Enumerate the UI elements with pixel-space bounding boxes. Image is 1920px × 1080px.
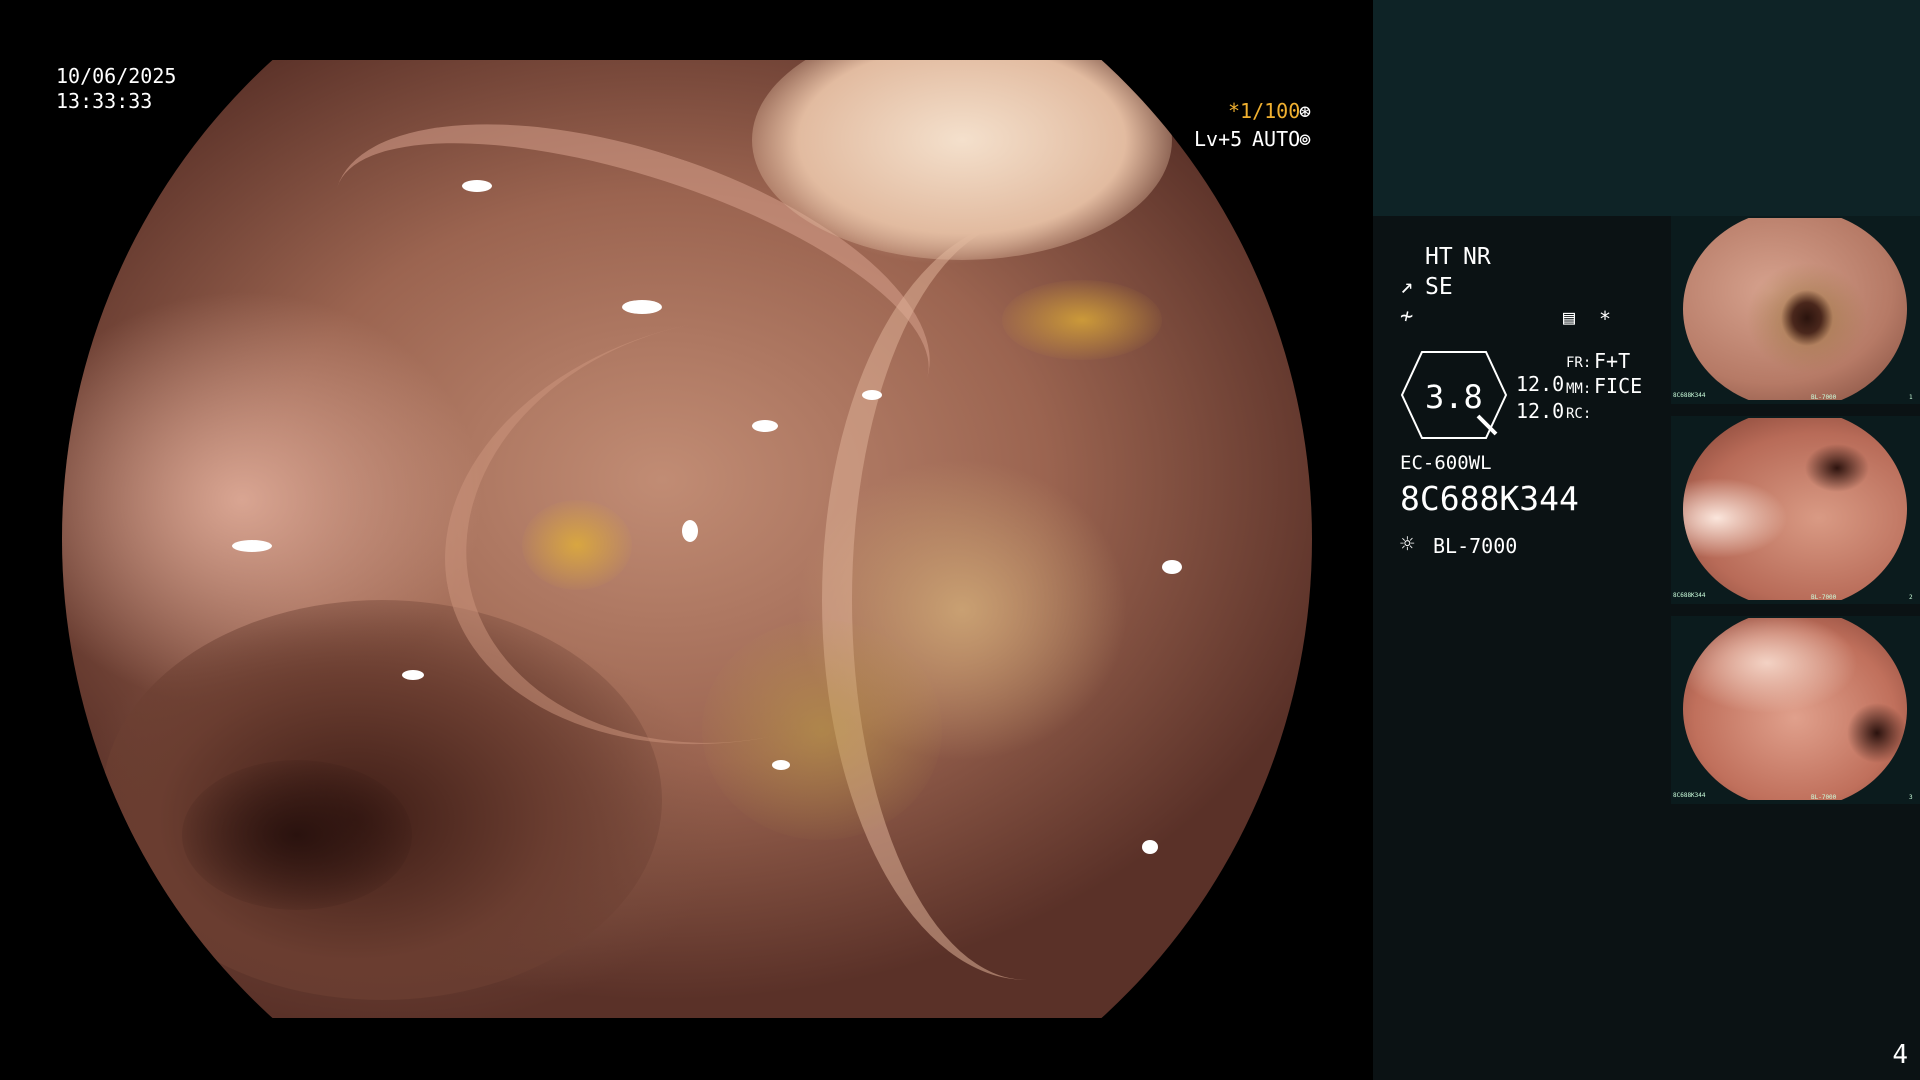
- thumbnail-index: 1: [1909, 394, 1913, 401]
- thumbnail-index: 3: [1909, 794, 1913, 801]
- time-label: 13:33:33: [56, 89, 153, 113]
- fr-value: F+T: [1594, 349, 1631, 373]
- fr-label: FR:: [1566, 355, 1592, 371]
- shutter-icon: ⊛: [1299, 99, 1312, 123]
- thumbnail-2[interactable]: 8C688K344 BL-7000 2: [1671, 416, 1920, 604]
- residue-patch: [522, 500, 632, 590]
- value-2: 12.0: [1516, 399, 1565, 423]
- endoscope-image: [62, 60, 1312, 1018]
- residue-patch: [1002, 280, 1162, 360]
- specular-highlight: [682, 520, 698, 542]
- iris-label: AUTO: [1252, 127, 1301, 151]
- thumbnail-serial: 8C688K344: [1673, 392, 1706, 399]
- value-1: 12.0: [1516, 372, 1565, 396]
- endoscope-view: 10/06/2025 13:33:33 *1/100 ⊛ Lv+5 AUTO ⊚: [0, 0, 1373, 1080]
- thumbnail-light: BL-7000: [1811, 794, 1837, 801]
- asterisk-icon: *: [1599, 307, 1612, 331]
- info-panel: HT NR ↗ SE ≁ ▤ * 3.8 12.0 12.0 FR: F+T M…: [1373, 0, 1920, 1080]
- scope-serial: 8C688K344: [1400, 479, 1579, 518]
- menu-icon: ▤: [1563, 305, 1576, 329]
- thumbnail-image: [1683, 218, 1907, 400]
- specular-highlight: [772, 760, 790, 770]
- page-number: 4: [1892, 1040, 1908, 1070]
- light-source-icon: ☼: [1400, 530, 1415, 558]
- ht-label: HT: [1425, 244, 1453, 270]
- thumbnail-1[interactable]: 8C688K344 BL-7000 1: [1671, 216, 1920, 404]
- rc-label: RC:: [1566, 406, 1592, 422]
- iris-icon: ⊚: [1299, 127, 1312, 151]
- date-label: 10/06/2025: [56, 64, 177, 88]
- se-label: SE: [1425, 274, 1453, 300]
- thumbnail-image: [1683, 418, 1907, 600]
- residue-patch: [702, 620, 942, 840]
- color-icon: ≁: [1400, 304, 1414, 329]
- gauge-value: 3.8: [1425, 378, 1483, 416]
- thumbnail-serial: 8C688K344: [1673, 592, 1706, 599]
- gauge-needle: [1476, 414, 1498, 436]
- thumbnail-3[interactable]: 8C688K344 BL-7000 3: [1671, 616, 1920, 804]
- specular-highlight: [232, 540, 272, 552]
- specular-highlight: [862, 390, 882, 400]
- scope-model: EC-600WL: [1400, 452, 1492, 474]
- structure-icon: ↗: [1400, 274, 1414, 299]
- thumbnail-light: BL-7000: [1811, 594, 1837, 601]
- specular-highlight: [402, 670, 424, 680]
- level-label: Lv+5: [1194, 127, 1243, 151]
- thumbnail-light: BL-7000: [1811, 394, 1837, 401]
- mm-label: MM:: [1566, 381, 1592, 397]
- specular-highlight: [1142, 840, 1158, 854]
- light-source-label: BL-7000: [1433, 534, 1518, 558]
- lumen-deep: [182, 760, 412, 910]
- mm-value: FICE: [1594, 374, 1643, 398]
- shutter-label: *1/100: [1228, 99, 1301, 123]
- specular-highlight: [752, 420, 778, 432]
- thumbnail-index: 2: [1909, 594, 1913, 601]
- thumbnail-image: [1683, 618, 1907, 800]
- specular-highlight: [1162, 560, 1182, 574]
- specular-highlight: [462, 180, 492, 192]
- specular-highlight: [622, 300, 662, 314]
- thumbnail-serial: 8C688K344: [1673, 792, 1706, 799]
- nr-label: NR: [1463, 244, 1491, 270]
- panel-header-area: [1373, 0, 1920, 216]
